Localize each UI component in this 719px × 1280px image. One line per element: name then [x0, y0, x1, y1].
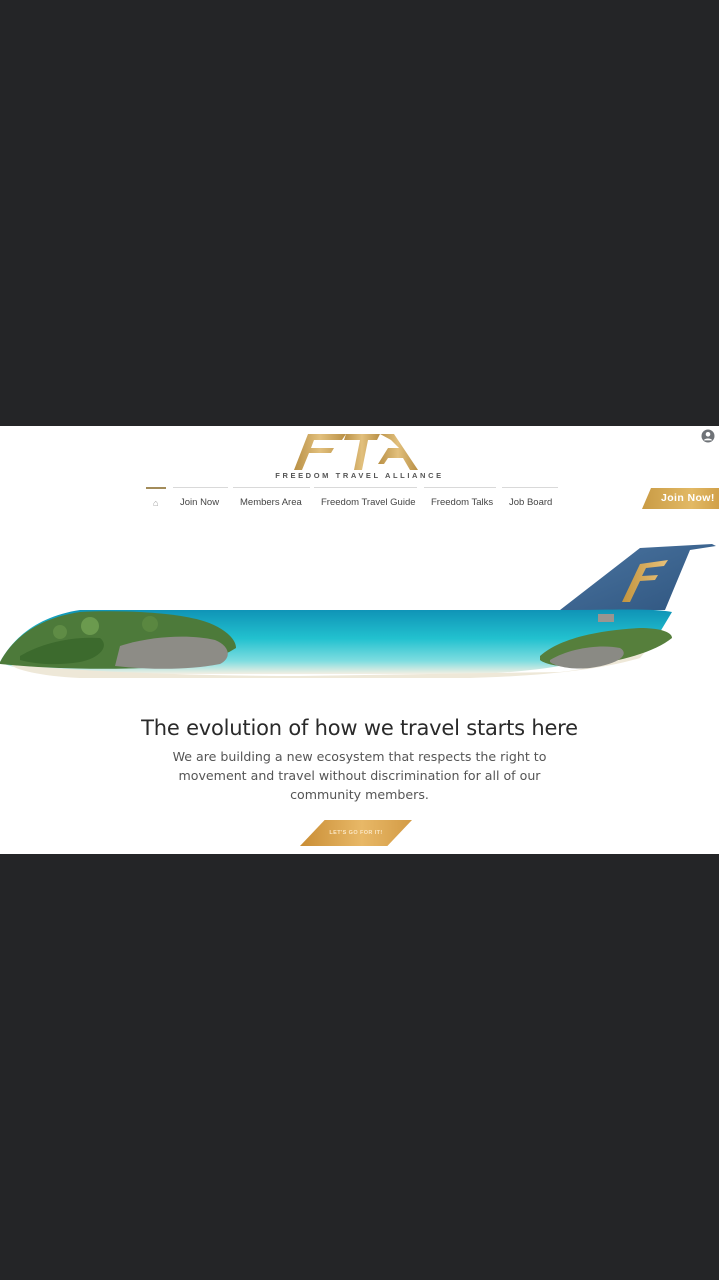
lets-go-button[interactable]: LET'S GO FOR IT! — [300, 820, 412, 846]
brand-name: FREEDOM TRAVEL ALLIANCE — [275, 471, 444, 480]
nav-freedom-talks[interactable]: Freedom Talks — [424, 487, 496, 517]
nav-label: Members Area — [240, 497, 302, 508]
hero-headline: The evolution of how we travel starts he… — [141, 716, 578, 741]
fta-logo — [294, 434, 418, 470]
nav-divider — [233, 487, 310, 488]
nav-divider — [424, 487, 496, 488]
nav-divider — [314, 487, 417, 488]
nav-divider — [173, 487, 228, 488]
nav-active-indicator — [146, 487, 166, 489]
nav-freedom-travel-guide[interactable]: Freedom Travel Guide — [314, 487, 417, 517]
nav-label: Job Board — [509, 497, 553, 508]
nav-members-area[interactable]: Members Area — [233, 487, 310, 517]
hero-subtext: We are building a new ecosystem that res… — [172, 748, 547, 802]
website-screenshot: FREEDOM TRAVEL ALLIANCE ⌂ Join Now Membe… — [0, 426, 719, 854]
join-now-button[interactable]: Join Now! — [642, 488, 719, 509]
nav-job-board[interactable]: Job Board — [502, 487, 558, 517]
nav-label: Join Now — [180, 497, 220, 508]
home-icon: ⌂ — [153, 498, 159, 508]
account-circle-icon[interactable] — [701, 429, 715, 443]
hero-airplane-image — [0, 544, 716, 678]
nav-label: Freedom Travel Guide — [321, 497, 416, 508]
nav-label: Freedom Talks — [431, 497, 494, 508]
nav-home[interactable]: ⌂ — [146, 487, 166, 517]
nav-join-now[interactable]: Join Now — [173, 487, 228, 517]
nav-divider — [502, 487, 558, 488]
